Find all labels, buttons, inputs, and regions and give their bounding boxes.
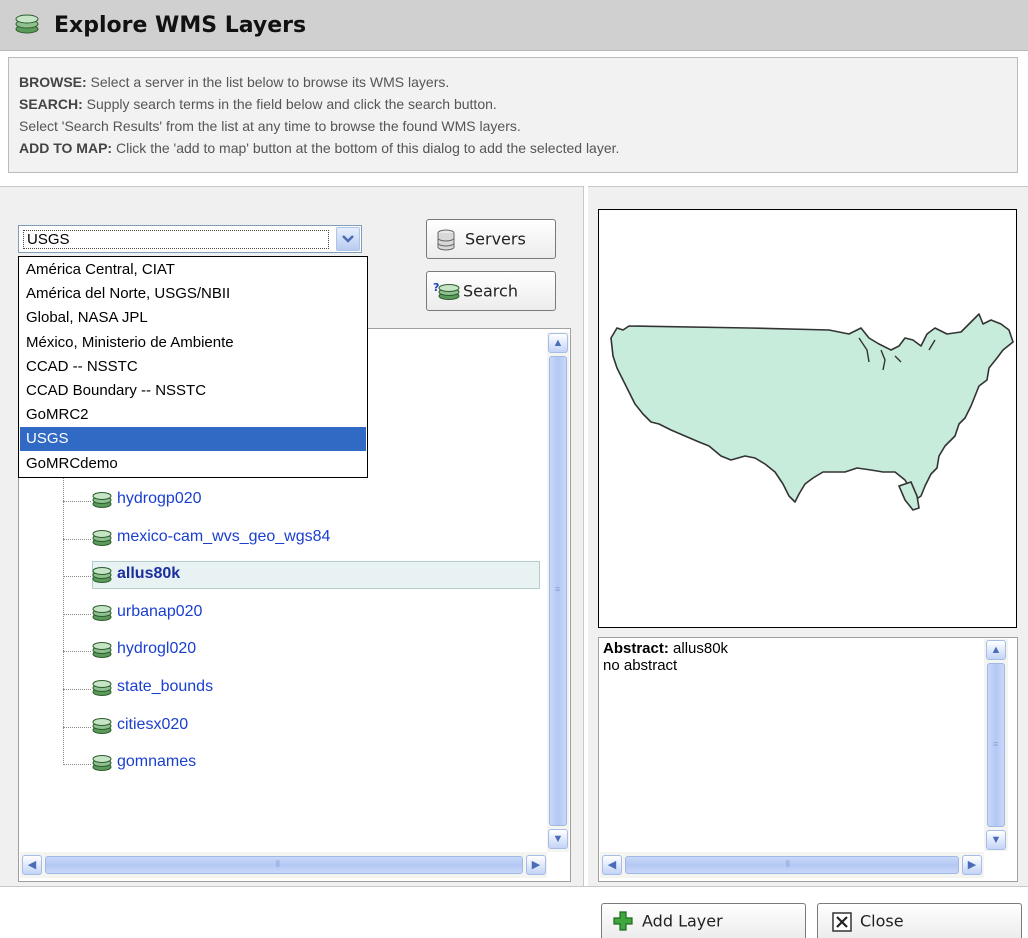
- dropdown-option[interactable]: América Central, CIAT: [20, 258, 366, 282]
- tree-node-layer[interactable]: hydrogp020: [91, 487, 531, 517]
- map-preview: [598, 209, 1017, 628]
- abstract-panel: Abstract: allus80k no abstract: [598, 637, 1018, 882]
- tree-vertical-scrollbar[interactable]: ▲ ≡ ▼: [547, 332, 569, 852]
- layers-icon: [91, 529, 113, 547]
- scrollbar-thumb[interactable]: ≡: [549, 356, 567, 826]
- tree-connector: [63, 764, 91, 766]
- layers-icon: [91, 566, 113, 584]
- server-select[interactable]: USGS: [18, 225, 362, 253]
- grip-icon: ⫴: [786, 859, 790, 869]
- tree-node-layer[interactable]: allus80k: [91, 562, 531, 592]
- grip-icon: ≡: [555, 584, 561, 594]
- tree-connector: [63, 651, 91, 653]
- search-button[interactable]: ? Search: [426, 271, 556, 311]
- layers-icon: [15, 14, 39, 34]
- tree-node-layer[interactable]: hydrogl020: [91, 637, 531, 667]
- instruction-search: SEARCH: Supply search terms in the field…: [19, 96, 497, 112]
- dropdown-option[interactable]: CCAD -- NSSTC: [20, 355, 366, 379]
- tree-connector: [63, 501, 91, 502]
- scroll-up-icon[interactable]: ▲: [986, 640, 1006, 660]
- server-select-value: USGS: [23, 230, 329, 249]
- tree-connector: [63, 689, 91, 690]
- scroll-down-icon[interactable]: ▼: [548, 829, 568, 849]
- tree-node-label[interactable]: state_bounds: [117, 678, 213, 696]
- tree-node-layer[interactable]: mexico-cam_wvs_geo_wgs84: [91, 525, 531, 555]
- server-dropdown-list[interactable]: América Central, CIAT América del Norte, …: [18, 256, 368, 478]
- search-button-label: Search: [463, 281, 518, 301]
- layers-icon: [91, 717, 113, 735]
- scroll-up-icon[interactable]: ▲: [548, 333, 568, 353]
- layers-icon: [91, 754, 113, 772]
- scroll-down-icon[interactable]: ▼: [986, 830, 1006, 850]
- tree-node-layer[interactable]: urbanap020: [91, 600, 531, 630]
- layers-icon: [91, 604, 113, 622]
- us-map-shape: [610, 313, 1014, 511]
- scroll-right-icon[interactable]: ▶: [962, 855, 982, 875]
- search-layers-icon: ?: [433, 281, 460, 300]
- servers-button-label: Servers: [465, 229, 526, 249]
- tree-node-label[interactable]: hydrogl020: [117, 640, 196, 658]
- tree-node-label[interactable]: mexico-cam_wvs_geo_wgs84: [117, 528, 330, 546]
- dropdown-option[interactable]: Global, NASA JPL: [20, 306, 366, 330]
- layers-icon: [91, 641, 113, 659]
- instruction-add-to-map: ADD TO MAP: Click the 'add to map' butto…: [19, 140, 620, 156]
- scroll-left-icon[interactable]: ◀: [602, 855, 622, 875]
- plus-icon: [613, 911, 633, 931]
- tree-connector: [63, 576, 91, 578]
- tree-node-label[interactable]: allus80k: [117, 565, 180, 583]
- close-label: Close: [860, 911, 904, 931]
- tree-node-layer[interactable]: state_bounds: [91, 675, 531, 705]
- add-layer-label: Add Layer: [642, 911, 723, 931]
- layers-icon: [91, 491, 113, 509]
- scrollbar-thumb[interactable]: ≡: [987, 663, 1005, 827]
- tree-node-label[interactable]: urbanap020: [117, 603, 202, 621]
- tree-connector: [63, 538, 91, 540]
- dropdown-option[interactable]: México, Ministerio de Ambiente: [20, 331, 366, 355]
- instruction-results: Select 'Search Results' from the list at…: [19, 118, 521, 134]
- grip-icon: ≡: [993, 739, 999, 749]
- database-icon: [437, 229, 455, 251]
- tree-node-layer[interactable]: gomnames: [91, 750, 531, 780]
- tree-node-layer[interactable]: citiesx020: [91, 713, 531, 743]
- chevron-down-icon[interactable]: [336, 227, 360, 251]
- scroll-left-icon[interactable]: ◀: [22, 855, 42, 875]
- layers-icon: [91, 679, 113, 697]
- add-layer-button[interactable]: Add Layer: [601, 903, 806, 938]
- scroll-right-icon[interactable]: ▶: [526, 855, 546, 875]
- dropdown-option[interactable]: GoMRC2: [20, 403, 366, 427]
- tree-connector: [63, 613, 91, 615]
- instruction-browse: BROWSE: Select a server in the list belo…: [19, 74, 450, 90]
- tree-node-label[interactable]: gomnames: [117, 753, 196, 771]
- tree-node-label[interactable]: citiesx020: [117, 716, 188, 734]
- abstract-text: Abstract: allus80k no abstract: [603, 640, 728, 674]
- svg-text:?: ?: [433, 281, 439, 294]
- abstract-vertical-scrollbar[interactable]: ▲ ≡ ▼: [984, 639, 1008, 851]
- window-title: Explore WMS Layers: [54, 13, 307, 38]
- instructions-panel: BROWSE: Select a server in the list belo…: [8, 57, 1018, 173]
- abstract-body: no abstract: [603, 657, 678, 674]
- dropdown-option[interactable]: CCAD Boundary -- NSSTC: [20, 379, 366, 403]
- dropdown-option[interactable]: América del Norte, USGS/NBII: [20, 282, 366, 306]
- dropdown-option[interactable]: GoMRCdemo: [20, 452, 366, 476]
- tree-connector: [63, 726, 91, 728]
- grip-icon: ⫴: [276, 859, 280, 869]
- divider: [0, 886, 1028, 887]
- dropdown-option[interactable]: USGS: [20, 427, 366, 452]
- abstract-layer-name: allus80k: [668, 640, 729, 657]
- servers-button[interactable]: Servers: [426, 219, 556, 259]
- tree-node-label[interactable]: hydrogp020: [117, 490, 202, 508]
- abstract-label: Abstract:: [603, 640, 669, 657]
- abstract-horizontal-scrollbar[interactable]: ◀ ⫴ ▶: [600, 852, 984, 878]
- close-button[interactable]: Close: [817, 903, 1022, 938]
- close-icon: [832, 912, 852, 932]
- scrollbar-thumb[interactable]: ⫴: [45, 856, 523, 874]
- scrollbar-thumb[interactable]: ⫴: [625, 856, 959, 874]
- tree-horizontal-scrollbar[interactable]: ◀ ⫴ ▶: [20, 852, 547, 878]
